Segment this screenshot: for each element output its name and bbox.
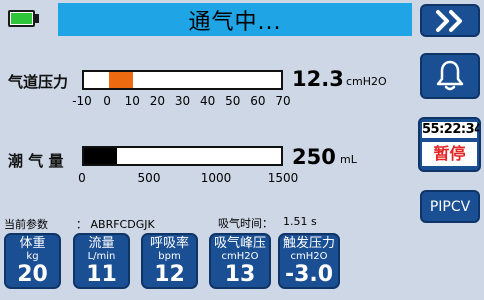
param-unit: kg	[26, 251, 39, 262]
airway-pressure-label: 气道压力	[8, 73, 69, 91]
current-params-value: ： ABRFCDGJK	[76, 218, 155, 231]
param-unit: bpm	[158, 251, 181, 262]
tidal-volume-gauge	[82, 146, 283, 166]
tidal-volume-tick-label: 500	[137, 171, 161, 185]
tidal-volume-value: 250	[292, 145, 336, 169]
elapsed-timer: 55:22:34	[422, 122, 481, 138]
param-unit: cmH2O	[290, 251, 328, 262]
param-value: 13	[224, 262, 256, 287]
status-title: 通气中...	[188, 9, 282, 35]
status-title-bar: 通气中...	[58, 3, 412, 36]
airway-pressure-bar	[108, 72, 134, 88]
battery-icon	[8, 10, 35, 27]
inspiration-time-value: 1.51 s	[283, 215, 317, 228]
airway-pressure-tick-label: 30	[174, 94, 191, 108]
tidal-volume-unit: mL	[340, 153, 357, 166]
airway-pressure-tick-label: -10	[72, 94, 92, 108]
param-unit: cmH2O	[221, 251, 259, 262]
battery-level-fill	[11, 13, 32, 24]
airway-pressure-gauge	[82, 70, 283, 90]
airway-pressure-tick-label: 60	[250, 94, 266, 108]
param-name: 流量	[88, 236, 115, 251]
param-value: 11	[86, 262, 117, 287]
airway-pressure-tick-label: 70	[275, 94, 291, 108]
param-name: 体重	[19, 236, 46, 251]
next-page-button[interactable]	[420, 4, 480, 37]
bell-icon	[436, 60, 464, 91]
airway-pressure-unit: cmH2O	[346, 75, 387, 88]
inspiration-time-label: 吸气时间：	[218, 217, 273, 230]
param-value: 12	[154, 262, 185, 287]
tidal-volume-tick-label: 1500	[267, 171, 299, 185]
param-card-respiratory-rate[interactable]: 呼吸率 bpm 12	[141, 233, 198, 289]
airway-pressure-scale: -10 0 10 20 30 40 50 60 70	[72, 94, 290, 108]
tidal-volume-tick-label: 1000	[200, 171, 232, 185]
param-card-weight[interactable]: 体重 kg 20	[4, 233, 61, 289]
param-unit: L/min	[87, 251, 116, 262]
param-name: 吸气峰压	[213, 236, 266, 251]
airway-pressure-tick-label: 50	[225, 94, 241, 108]
param-name: 触发压力	[282, 236, 335, 251]
param-card-flow[interactable]: 流量 L/min 11	[73, 233, 130, 289]
tidal-volume-label: 潮 气 量	[8, 152, 64, 170]
tidal-volume-tick-label: 0	[78, 171, 86, 185]
pause-button[interactable]: 暂停	[422, 142, 477, 166]
airway-pressure-tick-label: 40	[199, 94, 216, 108]
timer-pause-panel[interactable]: 55:22:34 暂停	[418, 117, 481, 172]
alarm-button[interactable]	[420, 53, 480, 99]
tidal-volume-scale: 0 500 1000 1500	[78, 171, 298, 185]
mode-button[interactable]: PIPCV	[420, 190, 480, 223]
battery-tip	[35, 14, 39, 23]
double-chevron-right-icon	[436, 9, 462, 32]
airway-pressure-tick-label: 0	[103, 94, 111, 108]
current-params-label: 当前参数	[4, 218, 48, 231]
param-card-trigger-pressure[interactable]: 触发压力 cmH2O -3.0	[278, 233, 340, 289]
param-value: 20	[17, 262, 48, 287]
airway-pressure-value: 12.3	[292, 67, 344, 91]
airway-pressure-tick-label: 10	[124, 94, 140, 108]
airway-pressure-tick-label: 20	[149, 94, 166, 108]
param-value: -3.0	[284, 262, 334, 287]
param-name: 呼吸率	[149, 236, 189, 251]
tidal-volume-bar	[84, 148, 117, 164]
param-card-peak-pressure[interactable]: 吸气峰压 cmH2O 13	[209, 233, 271, 289]
